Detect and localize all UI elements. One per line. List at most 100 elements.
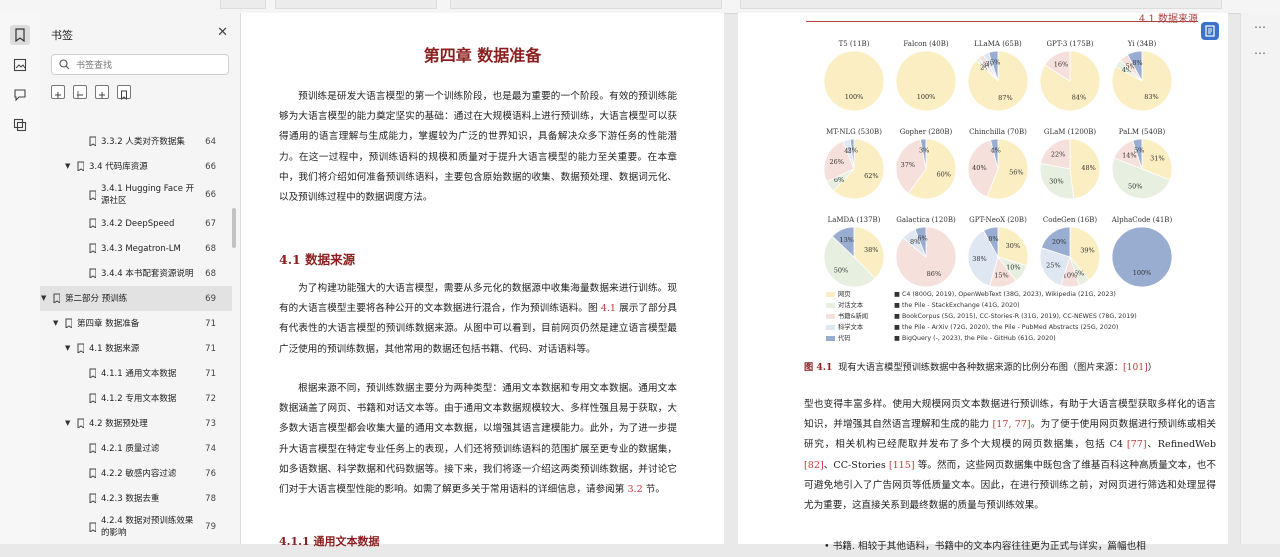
pie-title: PaLM (540B) xyxy=(1119,128,1166,136)
toolbar-segment[interactable] xyxy=(740,0,1222,9)
collapse-all-button[interactable] xyxy=(73,85,87,99)
bookmark-add-button[interactable] xyxy=(117,85,131,101)
pie-slice xyxy=(895,50,957,112)
pie-title: CodeGen (16B) xyxy=(1043,216,1097,224)
bookmark-label: 3.4.3 Megatron-LM xyxy=(101,243,181,254)
bookmark-search-box[interactable] xyxy=(51,54,229,75)
citation-link[interactable]: [82] xyxy=(804,460,824,471)
bookmark-icon xyxy=(77,161,84,171)
bookmark-panel-button[interactable] xyxy=(10,25,30,45)
pie-title: LaMDA (137B) xyxy=(828,216,881,224)
pie-data-label: 100% xyxy=(845,93,864,101)
comment-panel-button[interactable] xyxy=(10,85,30,105)
pie-title: Yi (34B) xyxy=(1127,40,1157,48)
legend-entry: 代码 ■ BigQuery (-, 2023), the Pile - GitHu… xyxy=(826,333,1056,342)
pdf-page-right: 4.1 数据来源 100% T5 (11B) 100% Falcon (40B) 87%… xyxy=(738,13,1228,552)
legend-sources: ■ BookCorpus (5G, 2015), CC-Stories-R (3… xyxy=(894,313,1137,320)
bookmark-label: 4.2.2 敏感内容过滤 xyxy=(101,468,177,479)
pie-data-label: 31% xyxy=(1150,155,1164,163)
citation-link[interactable]: [17, 77] xyxy=(993,419,1031,430)
expand-toggle-icon[interactable]: ▼ xyxy=(65,162,70,170)
toolbar-segment[interactable] xyxy=(220,0,266,9)
pie-data-label: 26% xyxy=(829,158,843,166)
add-bookmark-button[interactable] xyxy=(95,85,109,99)
bookmark-item[interactable]: 3.4.2 DeepSpeed 67 xyxy=(40,211,232,236)
expand-toggle-icon[interactable]: ▼ xyxy=(53,319,58,327)
bookmark-item[interactable]: 4.1.2 专用文本数据 72 xyxy=(40,386,232,411)
citation-link[interactable]: [115] xyxy=(889,460,915,471)
legend-swatch xyxy=(826,302,835,308)
bookmark-icon xyxy=(65,318,72,328)
bookmark-item[interactable]: ▼ 第二部分 预训练 69 xyxy=(40,286,232,311)
close-icon[interactable]: ✕ xyxy=(217,25,228,40)
bookmark-item[interactable]: ▼ 4.2 数据预处理 73 xyxy=(40,411,232,436)
pie-title: MT-NLG (530B) xyxy=(826,128,882,136)
legend-entry: 科学文本 ■ the Pile - ArXiv (72G, 2020), the … xyxy=(826,322,1118,331)
citation-link[interactable]: [77] xyxy=(1127,439,1147,450)
bookmark-item[interactable]: ▼ 3.4 代码库资源 66 xyxy=(40,154,232,179)
pie-data-label: 13% xyxy=(839,236,853,244)
bookmark-tree: 3.3.2 人类对齐数据集 64 ▼ 3.4 代码库资源 66 3.4.1 Hugging… xyxy=(40,123,232,544)
more-options-icon[interactable]: ⋯ xyxy=(1254,20,1267,34)
pie-title: Chinchilla (70B) xyxy=(969,128,1027,136)
section-ref-link[interactable]: 3.2 xyxy=(627,484,642,495)
bookmark-label: 3.4 代码库资源 xyxy=(89,161,148,172)
bookmark-icon xyxy=(77,418,84,428)
toolbar-segment[interactable] xyxy=(450,0,722,9)
bookmark-item[interactable]: 4.2.2 敏感内容过滤 76 xyxy=(40,461,232,486)
thumbnail-panel-button[interactable] xyxy=(10,55,30,75)
pie-data-label: 5% xyxy=(1134,147,1144,155)
pie-title: Falcon (40B) xyxy=(903,40,948,48)
page-action-button[interactable] xyxy=(1201,22,1219,40)
bookmark-item[interactable]: 4.1.1 通用文本数据 71 xyxy=(40,361,232,386)
pie-title: T5 (11B) xyxy=(839,40,870,48)
bookmark-search-input[interactable] xyxy=(74,57,228,74)
bookmark-item[interactable]: 4.2.1 质量过滤 74 xyxy=(40,436,232,461)
pie-data-label: 84% xyxy=(1072,93,1086,101)
pie-title: Galactica (120B) xyxy=(896,216,956,224)
pdf-page-left: 第四章 数据准备 预训练是研发大语言模型的第一个训练阶段，也是最为重要的一个阶段… xyxy=(241,13,724,548)
pie-data-label: 50% xyxy=(1128,182,1142,190)
bookmark-page-number: 68 xyxy=(205,268,216,279)
layers-panel-button[interactable] xyxy=(10,115,30,135)
intro-paragraph: 预训练是研发大语言模型的第一个训练阶段，也是最为重要的一个阶段。有效的预训练能够… xyxy=(279,91,677,204)
bookmark-icon xyxy=(89,493,96,503)
bookmark-item[interactable]: 3.4.3 Megatron-LM 68 xyxy=(40,236,232,261)
subsection-title: 4.1.1 通用文本数据 xyxy=(279,535,380,548)
bookmark-icon xyxy=(89,393,96,403)
legend-swatch xyxy=(826,291,835,297)
toolbar-segment[interactable] xyxy=(275,0,437,9)
pie-data-label: 3% xyxy=(919,147,929,155)
bullet-paragraph: • 书籍. 相较于其他语料，书籍中的文本内容往往更为正式与详实，篇幅也相 xyxy=(824,541,1146,552)
legend-entry: 对话文本 ■ the Pile - StackExchange (41G, 202… xyxy=(826,300,1020,309)
pie-chart: 38% 50% 13% LaMDA (137B) xyxy=(823,216,885,288)
bookmark-item[interactable]: ▼ 4.1 数据来源 71 xyxy=(40,336,232,361)
pie-chart: 60% 37% 3% Gopher (280B) xyxy=(895,128,957,200)
add-icon xyxy=(99,92,105,98)
more-options-icon[interactable]: ⋯ xyxy=(1254,46,1267,60)
sidebar-scrollbar[interactable] xyxy=(232,208,236,248)
legend-sources: ■ the Pile - StackExchange (41G, 2020) xyxy=(894,302,1020,309)
bookmark-item[interactable]: 3.4.4 本书配套资源说明 68 xyxy=(40,261,232,286)
bookmark-item[interactable]: 4.2.3 数据去重 78 xyxy=(40,486,232,511)
right-toolbar xyxy=(1240,13,1280,544)
expand-toggle-icon[interactable]: ▼ xyxy=(65,419,70,427)
pie-data-label: 4% xyxy=(991,147,1001,155)
bookmark-item[interactable]: 3.3.2 人类对齐数据集 64 xyxy=(40,129,232,154)
pie-data-label: 62% xyxy=(864,172,878,180)
expand-toggle-icon[interactable]: ▼ xyxy=(65,344,70,352)
bookmark-item[interactable]: 3.4.1 Hugging Face 开源社区 66 xyxy=(40,179,232,211)
bookmark-icon xyxy=(77,343,84,353)
bookmark-label: 第四章 数据准备 xyxy=(77,318,140,329)
expand-toggle-icon[interactable]: ▼ xyxy=(41,294,46,302)
comment-icon xyxy=(14,89,26,102)
pie-data-label: 37% xyxy=(901,161,915,169)
bookmark-item[interactable]: ▼ 第四章 数据准备 71 xyxy=(40,311,232,336)
expand-all-button[interactable] xyxy=(51,85,65,99)
citation-link[interactable]: [101] xyxy=(1123,362,1148,373)
pie-data-label: 56% xyxy=(1009,169,1023,177)
bookmark-page-number: 74 xyxy=(205,443,216,454)
figure-ref-link[interactable]: 4.1 xyxy=(601,303,616,314)
pie-data-label: 8% xyxy=(1132,59,1142,67)
bookmark-item[interactable]: 4.2.4 数据对预训练效果 的影响 79 xyxy=(40,511,232,543)
